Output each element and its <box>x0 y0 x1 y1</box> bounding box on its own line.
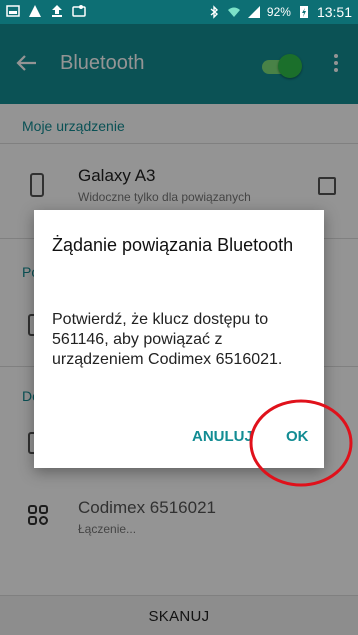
clock: 13:51 <box>316 4 352 20</box>
image-notification-icon <box>6 5 20 17</box>
dialog-title: Żądanie powiązania Bluetooth <box>52 235 294 255</box>
status-system-icons: 92% 13:51 <box>207 4 352 20</box>
gallery-notification-icon <box>72 5 86 17</box>
status-notification-icons <box>6 4 86 18</box>
dialog-message: Potwierdź, że klucz dostępu to 561146, a… <box>52 311 283 368</box>
cancel-button[interactable]: ANULUJ <box>192 428 253 445</box>
signal-icon <box>247 6 260 18</box>
wifi-icon <box>227 7 240 17</box>
warning-icon <box>29 5 41 17</box>
battery-icon <box>299 6 308 18</box>
battery-percent: 92% <box>266 5 291 19</box>
status-bar: 92% 13:51 <box>0 0 358 24</box>
upload-icon <box>52 5 62 17</box>
bluetooth-icon <box>210 5 218 19</box>
highlight-ellipse-annotation <box>249 399 353 487</box>
